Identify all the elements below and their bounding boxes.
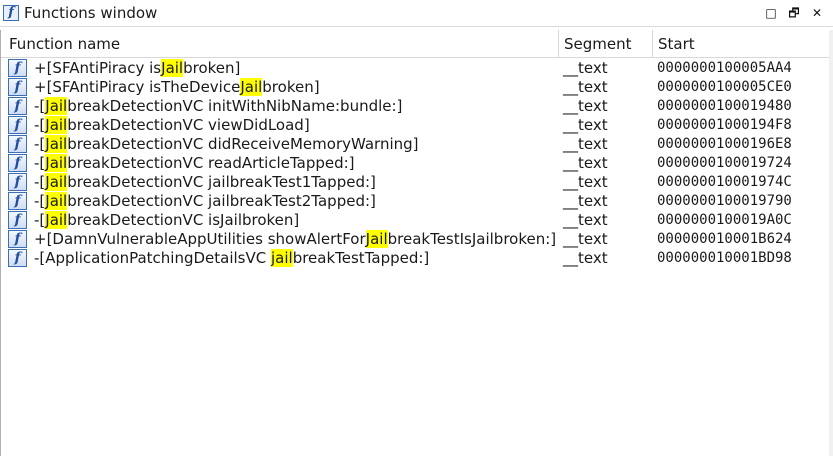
function-row[interactable]: f -[JailbreakDetectionVC jailbreakTest1T… [1,173,830,192]
start-address: 0000000100005AA4 [657,60,792,76]
function-name: -[JailbreakDetectionVC jailbreakTest2Tap… [34,192,376,210]
search-highlight: Jail [45,211,68,229]
column-header: Function name Segment Start [1,30,830,58]
function-row[interactable]: f -[JailbreakDetectionVC didReceiveMemor… [1,135,830,154]
function-name: -[JailbreakDetectionVC didReceiveMemoryW… [34,135,419,153]
function-name: -[ApplicationPatchingDetailsVC jailbreak… [34,249,430,267]
function-name: -[JailbreakDetectionVC viewDidLoad] [34,116,310,134]
function-icon: f [8,78,27,96]
column-divider[interactable] [558,30,559,58]
function-row[interactable]: f +[SFAntiPiracy isTheDeviceJailbroken] … [1,78,830,97]
segment-cell: __text [563,173,608,191]
start-address: 000000010001974C [657,174,792,190]
column-divider[interactable] [652,30,653,58]
function-icon: f [8,135,27,153]
window-title: Functions window [24,4,158,22]
function-icon: f [8,173,27,191]
segment-cell: __text [563,154,608,172]
functions-window-icon: f [3,5,19,21]
vertical-scrollbar[interactable] [829,30,833,456]
segment-cell: __text [563,116,608,134]
search-highlight: Jail [45,173,68,191]
function-row[interactable]: f -[JailbreakDetectionVC readArticleTapp… [1,154,830,173]
start-address: 00000001000194F8 [657,117,792,133]
search-highlight: Jail [45,192,68,210]
function-icon: f [8,211,27,229]
search-highlight: Jail [240,78,263,96]
close-button[interactable]: ✕ [808,4,826,22]
function-icon: f [8,59,27,77]
segment-cell: __text [563,78,608,96]
search-highlight: Jail [45,116,68,134]
function-name: +[SFAntiPiracy isJailbroken] [34,59,241,77]
segment-cell: __text [563,230,608,248]
start-address: 000000010001BD98 [657,250,792,266]
function-row[interactable]: f +[DamnVulnerableAppUtilities showAlert… [1,230,830,249]
start-address: 0000000100019724 [657,155,792,171]
function-icon: f [8,97,27,115]
start-address: 0000000100019A0C [657,212,792,228]
function-icon: f [8,192,27,210]
search-highlight: Jail [45,154,68,172]
function-name: -[JailbreakDetectionVC readArticleTapped… [34,154,355,172]
segment-cell: __text [563,135,608,153]
start-address: 0000000100019790 [657,193,792,209]
function-row[interactable]: f -[JailbreakDetectionVC initWithNibName… [1,97,830,116]
title-bar: f Functions window □ 🗗 ✕ [0,0,833,27]
segment-cell: __text [563,192,608,210]
start-address: 0000000100005CE0 [657,79,792,95]
function-row[interactable]: f -[JailbreakDetectionVC jailbreakTest2T… [1,192,830,211]
search-highlight: Jail [45,97,68,115]
function-icon: f [8,249,27,267]
search-highlight: Jail [365,230,388,248]
start-address: 0000000100019480 [657,98,792,114]
restore-button[interactable]: □ [762,4,780,22]
start-address: 000000010001B624 [657,231,792,247]
functions-list: Function name Segment Start f +[SFAntiPi… [0,30,830,456]
maximize-button[interactable]: 🗗 [785,4,803,22]
column-start[interactable]: Start [658,30,695,58]
function-name: +[DamnVulnerableAppUtilities showAlertFo… [34,230,557,248]
function-row[interactable]: f -[JailbreakDetectionVC viewDidLoad] __… [1,116,830,135]
segment-cell: __text [563,97,608,115]
function-name: -[JailbreakDetectionVC jailbreakTest1Tap… [34,173,376,191]
search-highlight: Jail [45,135,68,153]
search-highlight: jail [270,249,293,267]
function-row[interactable]: f +[SFAntiPiracy isJailbroken] __text 00… [1,59,830,78]
segment-cell: __text [563,211,608,229]
column-function-name[interactable]: Function name [9,30,120,58]
function-name: -[JailbreakDetectionVC isJailbroken] [34,211,300,229]
column-segment[interactable]: Segment [564,30,632,58]
search-highlight: Jail [161,59,184,77]
function-row[interactable]: f -[ApplicationPatchingDetailsVC jailbre… [1,249,830,268]
segment-cell: __text [563,59,608,77]
function-icon: f [8,154,27,172]
function-row[interactable]: f -[JailbreakDetectionVC isJailbroken] _… [1,211,830,230]
function-icon: f [8,116,27,134]
segment-cell: __text [563,249,608,267]
function-icon: f [8,230,27,248]
function-name: -[JailbreakDetectionVC initWithNibName:b… [34,97,403,115]
start-address: 00000001000196E8 [657,136,792,152]
function-name: +[SFAntiPiracy isTheDeviceJailbroken] [34,78,320,96]
